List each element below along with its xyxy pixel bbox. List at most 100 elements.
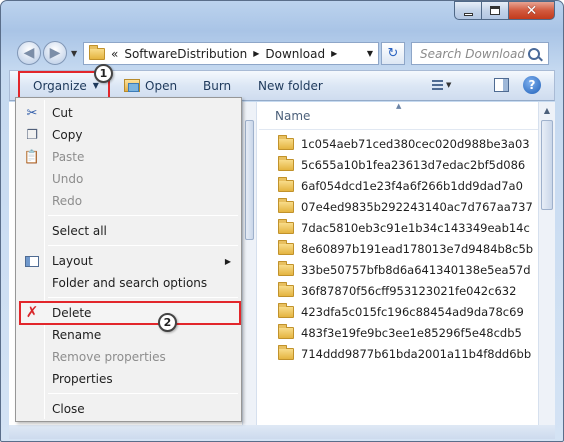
list-item[interactable]: 5c655a10b1fea23613d7edac2bf5d086 bbox=[271, 154, 533, 175]
menu-item-label: Rename bbox=[52, 328, 102, 342]
folder-icon bbox=[278, 260, 294, 276]
refresh-button[interactable]: ↻ bbox=[381, 42, 405, 65]
address-bar[interactable]: « SoftwareDistribution ▶ Download ▶ ▼ bbox=[83, 42, 379, 65]
scrollbar-thumb[interactable] bbox=[245, 120, 254, 240]
burn-label: Burn bbox=[203, 78, 232, 93]
file-name: 7dac5810eb3c91e1b34c143349eab14c bbox=[301, 220, 530, 235]
folder-icon bbox=[278, 218, 294, 234]
menu-item-properties[interactable]: Properties bbox=[18, 368, 239, 390]
file-name: 5c655a10b1fea23613d7edac2bf5d086 bbox=[301, 157, 526, 172]
column-header-name[interactable]: Name bbox=[275, 109, 310, 123]
menu-item-layout[interactable]: Layout ▶ bbox=[18, 250, 239, 272]
menu-item-label: Properties bbox=[52, 372, 113, 386]
breadcrumb-softwaredistribution[interactable]: SoftwareDistribution bbox=[124, 47, 253, 61]
forward-button[interactable]: ▶ bbox=[43, 41, 67, 65]
help-button[interactable]: ? bbox=[523, 76, 541, 94]
list-item[interactable]: 36f87870f56cff953123021fe042c632 bbox=[271, 280, 533, 301]
folder-icon bbox=[278, 134, 294, 150]
navigation-pane-scrollbar[interactable] bbox=[242, 102, 256, 425]
file-list: 1c054aeb71ced380cec020d988be3a03 5c655a1… bbox=[271, 133, 533, 364]
scroll-up-icon[interactable]: ▲ bbox=[539, 102, 555, 118]
menu-item-label: Layout bbox=[52, 254, 93, 268]
file-name: 1c054aeb71ced380cec020d988be3a03 bbox=[301, 136, 530, 151]
back-arrow-icon: ◀ bbox=[23, 45, 35, 61]
list-item[interactable]: 1c054aeb71ced380cec020d988be3a03 bbox=[271, 133, 533, 154]
forward-arrow-icon: ▶ bbox=[49, 45, 61, 61]
menu-item-label: Redo bbox=[52, 194, 83, 208]
file-name: 714ddd9877b61bda2001a11b4f8dd6bb bbox=[301, 346, 532, 361]
menu-separator bbox=[48, 245, 238, 246]
folder-icon bbox=[278, 176, 294, 192]
list-item[interactable]: 8e60897b191ead178013e7d9484b8c5b bbox=[271, 238, 533, 259]
menu-item-paste: 📋 Paste bbox=[18, 146, 239, 168]
breadcrumb-separator-icon[interactable]: ▶ bbox=[331, 49, 337, 58]
menu-item-label: Delete bbox=[52, 306, 92, 320]
menu-item-cut[interactable]: ✂ Cut bbox=[18, 102, 239, 124]
scissors-icon: ✂ bbox=[26, 105, 38, 121]
burn-button[interactable]: Burn bbox=[203, 71, 231, 100]
menu-item-copy[interactable]: ❐ Copy bbox=[18, 124, 239, 146]
folder-icon bbox=[278, 344, 294, 360]
caption-buttons: ✕ bbox=[454, 1, 555, 20]
submenu-arrow-icon: ▶ bbox=[224, 256, 231, 266]
close-icon: ✕ bbox=[525, 2, 538, 19]
views-icon bbox=[432, 79, 443, 91]
open-button[interactable]: Open bbox=[124, 71, 177, 100]
maximize-icon bbox=[490, 6, 500, 15]
organize-label: Organize bbox=[33, 78, 87, 93]
address-dropdown-icon[interactable]: ▼ bbox=[367, 49, 373, 58]
file-list-scrollbar[interactable]: ▲ bbox=[538, 102, 555, 425]
new-folder-label: New folder bbox=[258, 78, 323, 93]
minimize-button[interactable] bbox=[454, 1, 481, 20]
menu-item-rename[interactable]: Rename bbox=[18, 324, 239, 346]
breadcrumb-download[interactable]: Download bbox=[265, 47, 331, 61]
folder-icon bbox=[278, 323, 294, 339]
scrollbar-thumb[interactable] bbox=[541, 120, 553, 210]
list-item[interactable]: 423dfa5c015fc196c88454ad9da78c69 bbox=[271, 301, 533, 322]
folder-icon bbox=[278, 197, 294, 213]
chevron-down-icon: ▼ bbox=[446, 81, 452, 89]
search-icon bbox=[528, 47, 540, 60]
menu-item-undo: Undo bbox=[18, 168, 239, 190]
preview-pane-button[interactable] bbox=[494, 78, 509, 92]
menu-item-close[interactable]: Close bbox=[18, 398, 239, 420]
recent-pages-dropdown[interactable]: ▼ bbox=[71, 49, 77, 58]
maximize-button[interactable] bbox=[481, 1, 508, 20]
step-callout-2: 2 bbox=[158, 313, 177, 332]
breadcrumb-overflow[interactable]: « bbox=[111, 47, 124, 61]
menu-item-label: Remove properties bbox=[52, 350, 166, 364]
menu-item-folder-options[interactable]: Folder and search options bbox=[18, 272, 239, 294]
column-header: ▲ Name bbox=[259, 102, 539, 130]
back-button[interactable]: ◀ bbox=[17, 41, 41, 65]
folder-icon bbox=[89, 44, 105, 60]
search-box[interactable]: Search Download bbox=[411, 42, 549, 65]
folder-icon bbox=[278, 281, 294, 297]
views-button[interactable]: ▼ bbox=[432, 78, 454, 92]
breadcrumb-separator-icon[interactable]: ▶ bbox=[253, 49, 259, 58]
menu-item-label: Folder and search options bbox=[52, 276, 208, 290]
list-item[interactable]: 7dac5810eb3c91e1b34c143349eab14c bbox=[271, 217, 533, 238]
new-folder-button[interactable]: New folder bbox=[258, 71, 323, 100]
file-name: 483f3e19fe9bc3ee1e85296f5e48cdb5 bbox=[301, 325, 522, 340]
file-name: 423dfa5c015fc196c88454ad9da78c69 bbox=[301, 304, 524, 319]
menu-item-redo: Redo bbox=[18, 190, 239, 212]
menu-separator bbox=[48, 393, 238, 394]
menu-item-remove-properties: Remove properties bbox=[18, 346, 239, 368]
list-item[interactable]: 33be50757bfb8d6a641340138e5ea57d bbox=[271, 259, 533, 280]
paste-icon: 📋 bbox=[23, 149, 41, 165]
list-item[interactable]: 483f3e19fe9bc3ee1e85296f5e48cdb5 bbox=[271, 322, 533, 343]
navigation-bar: ◀ ▶ ▼ « SoftwareDistribution ▶ Download … bbox=[1, 37, 563, 67]
close-window-button[interactable]: ✕ bbox=[508, 1, 555, 20]
list-item[interactable]: 714ddd9877b61bda2001a11b4f8dd6bb bbox=[271, 343, 533, 364]
layout-icon bbox=[24, 254, 40, 268]
menu-item-select-all[interactable]: Select all bbox=[18, 220, 239, 242]
list-item[interactable]: 07e4ed9835b292243140ac7d767aa737 bbox=[271, 196, 533, 217]
menu-item-delete[interactable]: ✗ Delete bbox=[19, 301, 241, 325]
menu-item-label: Select all bbox=[52, 224, 107, 238]
delete-x-icon: ✗ bbox=[25, 303, 39, 321]
menu-item-label: Cut bbox=[52, 106, 73, 120]
search-input[interactable]: Search Download bbox=[412, 47, 528, 61]
list-item[interactable]: 6af054dcd1e23f4a6f266b1dd9dad7a0 bbox=[271, 175, 533, 196]
folder-icon bbox=[278, 239, 294, 255]
menu-item-label: Undo bbox=[52, 172, 84, 186]
